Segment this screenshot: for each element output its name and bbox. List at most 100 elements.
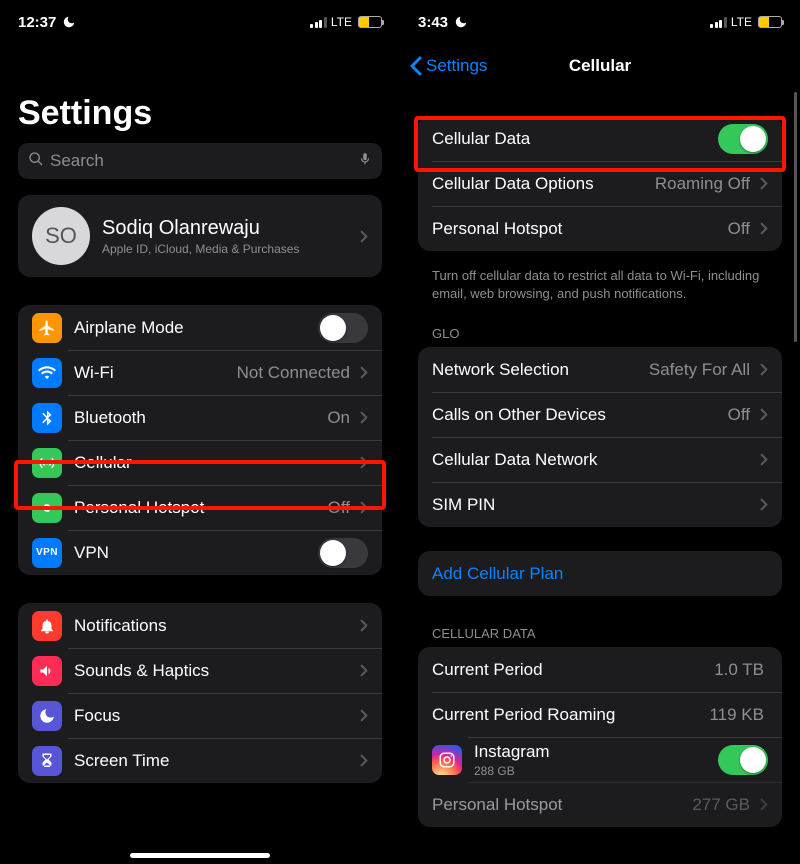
- dictation-mic-icon[interactable]: [358, 150, 372, 173]
- bluetooth-row[interactable]: Bluetooth On: [18, 395, 382, 440]
- chevron-right-icon: [360, 754, 368, 767]
- vpn-icon: VPN: [32, 538, 62, 568]
- connectivity-group: Airplane Mode Wi-Fi Not Connected Blueto…: [18, 305, 382, 575]
- cellular-data-row[interactable]: Cellular Data: [418, 116, 782, 161]
- row-label: Notifications: [74, 616, 167, 636]
- row-label: Cellular: [74, 453, 132, 473]
- row-label: Personal Hotspot: [432, 219, 562, 239]
- vpn-toggle[interactable]: [318, 538, 368, 568]
- app-usage-instagram-row[interactable]: Instagram 288 GB: [418, 737, 782, 782]
- search-placeholder: Search: [50, 151, 352, 171]
- row-label: Focus: [74, 706, 120, 726]
- row-label: SIM PIN: [432, 495, 495, 515]
- apple-id-row[interactable]: SO Sodiq Olanrewaju Apple ID, iCloud, Me…: [18, 195, 382, 277]
- home-indicator[interactable]: [130, 853, 270, 858]
- chevron-right-icon: [760, 363, 768, 376]
- hotspot-usage-row[interactable]: Personal Hotspot 277 GB: [418, 782, 782, 827]
- scroll-indicator[interactable]: [794, 92, 797, 342]
- screen-time-row[interactable]: Screen Time: [18, 738, 382, 783]
- chevron-right-icon: [360, 501, 368, 514]
- current-period-roaming-row: Current Period Roaming 119 KB: [418, 692, 782, 737]
- cellular-antenna-icon: [32, 448, 62, 478]
- row-label: Bluetooth: [74, 408, 146, 428]
- network-selection-row[interactable]: Network Selection Safety For All: [418, 347, 782, 392]
- cellular-data-network-row[interactable]: Cellular Data Network: [418, 437, 782, 482]
- cellular-main-group: Cellular Data Cellular Data Options Roam…: [418, 116, 782, 251]
- instagram-icon: [432, 745, 462, 775]
- row-value: 119 KB: [709, 705, 768, 725]
- row-value: Safety For All: [649, 360, 754, 380]
- cellular-data-toggle[interactable]: [718, 124, 768, 154]
- signal-bars-icon: [310, 16, 327, 28]
- battery-icon: [358, 16, 382, 28]
- row-value: On: [327, 408, 354, 428]
- app-usage: 288 GB: [474, 764, 550, 778]
- row-label: Current Period: [432, 660, 543, 680]
- network-type-label: LTE: [731, 15, 752, 29]
- wifi-icon: [32, 358, 62, 388]
- status-time: 3:43: [418, 14, 448, 31]
- row-label: Wi-Fi: [74, 363, 114, 383]
- add-cellular-plan-row[interactable]: Add Cellular Plan: [418, 551, 782, 596]
- current-period-row: Current Period 1.0 TB: [418, 647, 782, 692]
- dnd-moon-icon: [62, 15, 76, 29]
- chevron-right-icon: [360, 709, 368, 722]
- hourglass-icon: [32, 746, 62, 776]
- dnd-moon-icon: [454, 15, 468, 29]
- focus-row[interactable]: Focus: [18, 693, 382, 738]
- airplane-mode-row[interactable]: Airplane Mode: [18, 305, 382, 350]
- avatar: SO: [32, 207, 90, 265]
- row-label: Personal Hotspot: [74, 498, 204, 518]
- apple-id-group: SO Sodiq Olanrewaju Apple ID, iCloud, Me…: [18, 195, 382, 277]
- data-usage-group: Current Period 1.0 TB Current Period Roa…: [418, 647, 782, 827]
- personal-hotspot-row[interactable]: Personal Hotspot Off: [418, 206, 782, 251]
- row-value: Roaming Off: [655, 174, 754, 194]
- row-label: VPN: [74, 543, 109, 563]
- notifications-group: Notifications Sounds & Haptics Focus Scr…: [18, 603, 382, 783]
- profile-subtitle: Apple ID, iCloud, Media & Purchases: [102, 242, 299, 256]
- network-type-label: LTE: [331, 15, 352, 29]
- add-plan-group: Add Cellular Plan: [418, 551, 782, 596]
- row-value: 277 GB: [692, 795, 754, 815]
- chevron-right-icon: [760, 798, 768, 811]
- cellular-row[interactable]: Cellular: [18, 440, 382, 485]
- status-bar: 12:37 LTE: [0, 0, 400, 44]
- row-label: Cellular Data Network: [432, 450, 597, 470]
- app-name: Instagram: [474, 742, 550, 762]
- chevron-right-icon: [360, 411, 368, 424]
- vpn-row[interactable]: VPN VPN: [18, 530, 382, 575]
- chevron-right-icon: [760, 222, 768, 235]
- row-label: Personal Hotspot: [432, 795, 562, 815]
- signal-bars-icon: [710, 16, 727, 28]
- bell-icon: [32, 611, 62, 641]
- notifications-row[interactable]: Notifications: [18, 603, 382, 648]
- row-label: Airplane Mode: [74, 318, 184, 338]
- nav-bar: Settings Cellular: [400, 44, 800, 88]
- hotspot-link-icon: [32, 493, 62, 523]
- row-value: Not Connected: [237, 363, 354, 383]
- row-label: Current Period Roaming: [432, 705, 615, 725]
- status-time: 12:37: [18, 14, 56, 31]
- sounds-row[interactable]: Sounds & Haptics: [18, 648, 382, 693]
- settings-root-screen: 12:37 LTE Settings Search SO Sodiq Olanr…: [0, 0, 400, 864]
- status-bar: 3:43 LTE: [400, 0, 800, 44]
- search-icon: [28, 151, 44, 172]
- row-label: Network Selection: [432, 360, 569, 380]
- calls-on-other-devices-row[interactable]: Calls on Other Devices Off: [418, 392, 782, 437]
- chevron-right-icon: [360, 366, 368, 379]
- carrier-group: Network Selection Safety For All Calls o…: [418, 347, 782, 527]
- airplane-icon: [32, 313, 62, 343]
- search-field[interactable]: Search: [18, 143, 382, 179]
- wifi-row[interactable]: Wi-Fi Not Connected: [18, 350, 382, 395]
- app-cellular-toggle[interactable]: [718, 745, 768, 775]
- battery-icon: [758, 16, 782, 28]
- bluetooth-icon: [32, 403, 62, 433]
- airplane-toggle[interactable]: [318, 313, 368, 343]
- row-label: Cellular Data Options: [432, 174, 594, 194]
- sim-pin-row[interactable]: SIM PIN: [418, 482, 782, 527]
- chevron-right-icon: [760, 177, 768, 190]
- chevron-right-icon: [760, 453, 768, 466]
- personal-hotspot-row[interactable]: Personal Hotspot Off: [18, 485, 382, 530]
- cellular-data-section-header: CELLULAR DATA: [400, 620, 800, 647]
- cellular-data-options-row[interactable]: Cellular Data Options Roaming Off: [418, 161, 782, 206]
